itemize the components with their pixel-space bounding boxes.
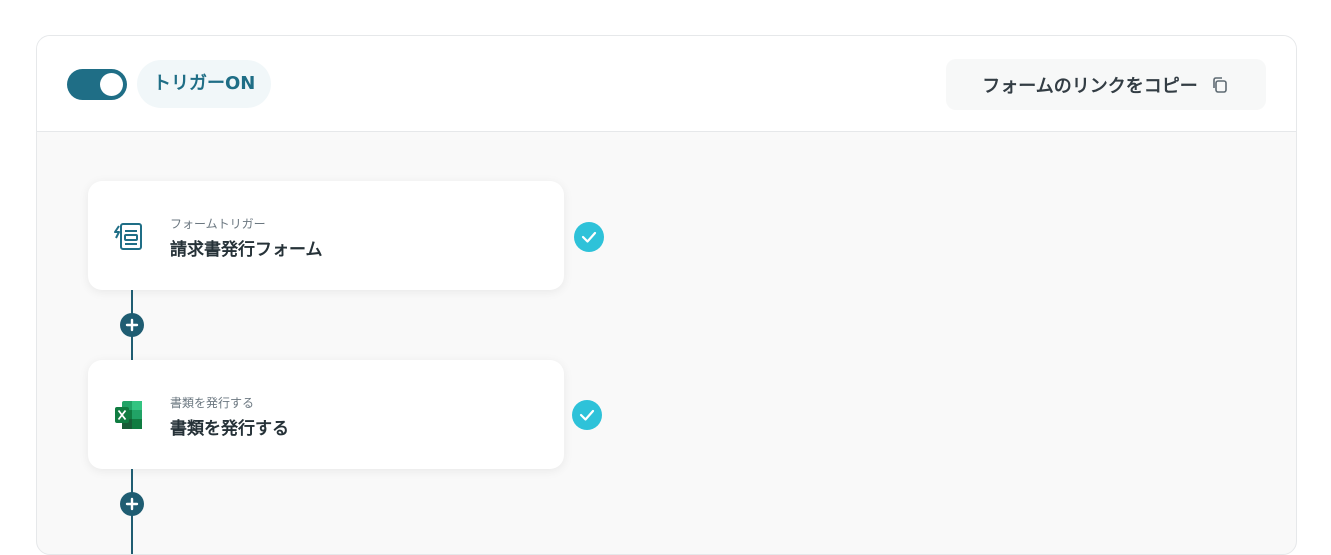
step-subtitle: 書類を発行する <box>170 396 255 410</box>
check-icon <box>572 400 602 430</box>
excel-icon <box>112 398 146 432</box>
trigger-toggle[interactable] <box>67 69 127 100</box>
add-step-button[interactable] <box>120 313 144 337</box>
copy-form-link-label: フォームのリンクをコピー <box>982 75 1198 97</box>
step-subtitle: フォームトリガー <box>170 217 266 231</box>
form-icon <box>112 219 146 253</box>
copy-form-link-button[interactable]: フォームのリンクをコピー <box>946 59 1266 110</box>
step-title: 書類を発行する <box>170 419 289 439</box>
check-icon <box>574 222 604 252</box>
flow-panel: トリガーON フォームトリガー 請求書発行フォーム 書類を発行する 書類を発行す… <box>36 35 1297 555</box>
toggle-knob <box>100 73 123 96</box>
plus-icon <box>125 318 139 332</box>
copy-icon <box>1210 75 1230 95</box>
add-step-button[interactable] <box>120 492 144 516</box>
plus-icon <box>125 497 139 511</box>
trigger-status-label: トリガーON <box>137 60 272 108</box>
step-title: 請求書発行フォーム <box>170 240 323 260</box>
step-card-form-trigger[interactable]: フォームトリガー 請求書発行フォーム <box>88 181 564 290</box>
step-card-issue-document[interactable]: 書類を発行する 書類を発行する <box>88 360 564 469</box>
